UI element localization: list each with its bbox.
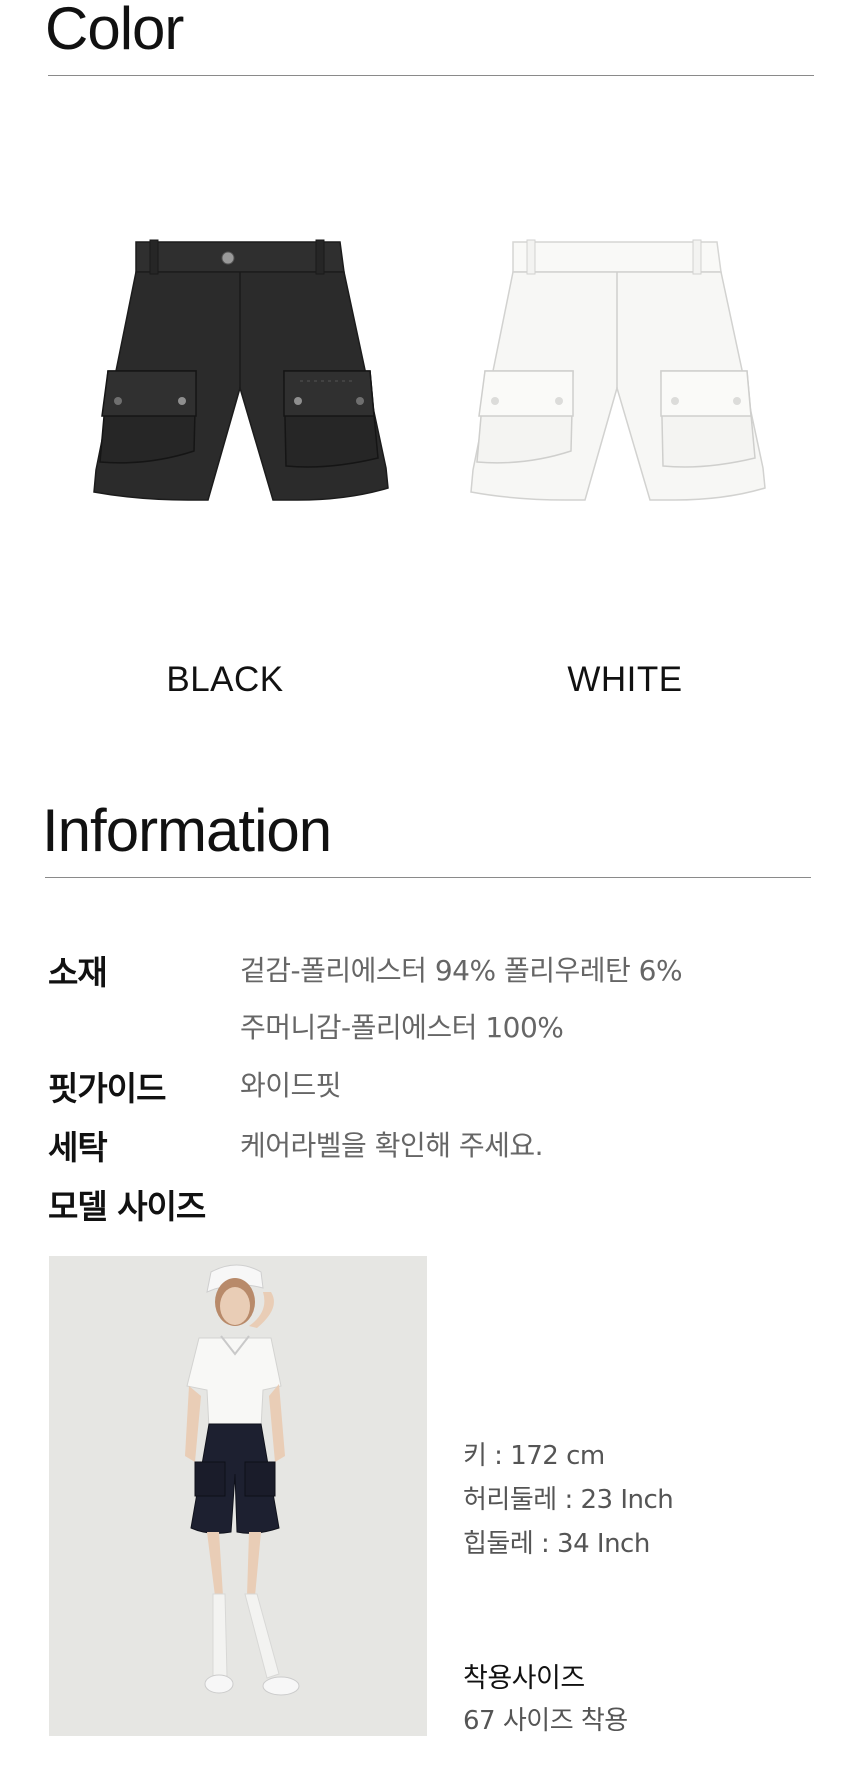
info-label-fit-guide: 핏가이드 [48,1069,166,1108]
white-shorts-illustration [470,239,766,501]
info-label-washing: 세탁 [48,1128,108,1167]
info-label-material: 소재 [48,953,108,992]
model-spec-height: 키 : 172 cm [463,1441,605,1471]
black-shorts-image[interactable] [88,238,393,543]
color-section-divider [48,75,814,76]
color-label-black: BLACK [166,660,284,699]
color-section-title: Color [45,0,184,62]
color-label-white: WHITE [567,660,683,699]
black-shorts-illustration [93,239,389,501]
model-spec-waist: 허리둘레 : 23 Inch [463,1485,674,1515]
info-value-fit-guide: 와이드핏 [240,1069,342,1102]
white-shorts-image[interactable] [465,238,770,543]
fit-size-heading: 착용사이즈 [463,1663,585,1694]
info-label-model-size: 모델 사이즈 [48,1187,206,1226]
information-section-divider [45,877,811,878]
fit-size-value: 67 사이즈 착용 [463,1706,628,1736]
information-section-title: Information [42,797,332,864]
model-spec-hip: 힙둘레 : 34 Inch [463,1529,650,1559]
model-illustration [49,1256,427,1736]
model-photo[interactable] [49,1256,427,1736]
info-value-washing: 케어라벨을 확인해 주세요. [240,1129,544,1162]
info-value-material-outer: 겉감-폴리에스터 94% 폴리우레탄 6% [240,954,683,987]
info-value-material-pocket: 주머니감-폴리에스터 100% [240,1011,564,1044]
